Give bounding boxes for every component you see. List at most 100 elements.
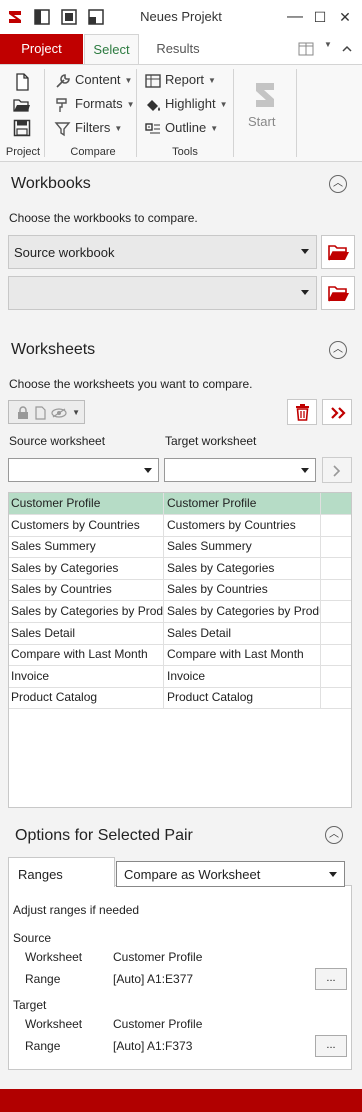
compare-mode-select[interactable]: Compare as Worksheet (116, 861, 345, 887)
highlight-button[interactable]: Highlight ▼ (144, 93, 228, 115)
table-row[interactable]: Invoice Invoice (9, 665, 351, 688)
target-workbook-select[interactable] (8, 276, 317, 310)
source-sheet-cell: Sales Summery (9, 536, 164, 558)
app-window: Neues Projekt — ☐ ✕ Project Select Resul… (0, 0, 362, 1112)
ribbon-tabs: Project Select Results ▼ (0, 34, 362, 65)
start-button[interactable]: Start (248, 114, 275, 129)
start-icon[interactable] (250, 79, 280, 111)
chevron-down-icon: ▼ (126, 99, 135, 109)
report-button[interactable]: Report ▼ (144, 69, 216, 91)
target-range-browse-button[interactable]: ... (315, 1035, 347, 1057)
target-worksheet-label: Target worksheet (165, 434, 257, 448)
worksheets-collapse-button[interactable]: ︿ (329, 341, 347, 359)
ranges-hint: Adjust ranges if needed (13, 903, 140, 917)
match-all-button[interactable] (322, 399, 352, 425)
collapse-ribbon-icon[interactable] (341, 43, 353, 55)
chevron-down-icon: ▼ (210, 123, 219, 133)
close-button[interactable]: ✕ (333, 6, 357, 28)
chevron-down-icon: ▼ (72, 408, 80, 417)
delete-pair-button[interactable] (287, 399, 317, 425)
minimize-button[interactable]: — (283, 6, 307, 28)
worksheets-hint: Choose the worksheets you want to compar… (9, 377, 253, 391)
table-row[interactable]: Customers by Countries Customers by Count… (9, 514, 351, 537)
report-label: Report (165, 72, 205, 87)
formats-label: Formats (75, 96, 123, 111)
outline-button[interactable]: Outline ▼ (144, 117, 218, 139)
add-pair-button[interactable] (322, 457, 352, 483)
table-row[interactable]: Sales by Categories Sales by Categories (9, 557, 351, 580)
target-sheet-cell: Sales Detail (165, 622, 321, 644)
filter-icon (54, 121, 71, 136)
target-sheet-cell: Invoice (165, 665, 321, 687)
target-worksheet-select[interactable] (164, 458, 316, 482)
chevron-down-icon (329, 872, 337, 877)
tab-project[interactable]: Project (0, 34, 83, 64)
workbooks-hint: Choose the workbooks to compare. (9, 211, 198, 225)
chevron-down-icon: ▼ (114, 123, 123, 133)
ribbon-layout-icon[interactable] (298, 42, 314, 56)
table-row[interactable]: Sales Detail Sales Detail (9, 622, 351, 645)
target-sheet-cell: Customers by Countries (165, 514, 321, 536)
content-button[interactable]: Content ▼ (54, 69, 132, 91)
wrench-icon (56, 73, 70, 88)
worksheet-pairs-grid[interactable]: Customer Profile Customer Profile Customer… (8, 492, 352, 808)
target-sheet-cell: Sales Summery (165, 536, 321, 558)
save-project-icon[interactable] (13, 119, 31, 137)
filters-label: Filters (75, 120, 111, 135)
target-worksheet-field-value: Customer Profile (113, 1017, 203, 1031)
tab-results[interactable]: Results (146, 34, 210, 64)
open-target-workbook-button[interactable] (321, 276, 355, 310)
hidden-eye-icon (51, 408, 67, 418)
source-worksheet-select[interactable] (8, 458, 159, 482)
source-sheet-cell: Sales by Categories (9, 557, 164, 579)
double-chevron-right-icon (331, 407, 346, 419)
formats-button[interactable]: Formats ▼ (54, 93, 135, 115)
tab-select[interactable]: Select (84, 34, 139, 65)
ribbon-separator (296, 69, 297, 157)
target-sheet-cell: Compare with Last Month (165, 644, 321, 666)
ribbon-separator (44, 69, 45, 157)
title-bar: Neues Projekt — ☐ ✕ (0, 0, 362, 34)
outline-label: Outline (165, 120, 207, 135)
new-project-icon[interactable] (13, 73, 31, 91)
workbooks-collapse-button[interactable]: ︿ (329, 175, 347, 193)
source-range-value: [Auto] A1:E377 (113, 972, 194, 986)
open-source-workbook-button[interactable] (321, 235, 355, 269)
tab-ranges[interactable]: Ranges (8, 857, 115, 887)
chevron-down-icon (301, 468, 309, 473)
target-worksheet-field-label: Worksheet (25, 1017, 83, 1031)
filters-button[interactable]: Filters ▼ (54, 117, 122, 139)
source-range-label: Range (25, 972, 61, 986)
ranges-tab-label: Ranges (18, 867, 63, 882)
source-range-browse-button[interactable]: ... (315, 968, 347, 990)
source-workbook-select[interactable]: Source workbook (8, 235, 317, 269)
ribbon-options-chevron-icon[interactable]: ▼ (324, 40, 332, 49)
options-collapse-button[interactable]: ︿ (325, 826, 343, 844)
folder-open-icon (328, 286, 349, 302)
source-sheet-cell: Invoice (9, 665, 164, 687)
report-icon (145, 73, 161, 88)
table-row[interactable]: Sales by Categories by ProductsSales by … (9, 601, 351, 623)
chevron-right-icon (333, 465, 341, 477)
target-sheet-cell: Customer Profile (165, 493, 321, 514)
source-worksheet-field-label: Worksheet (25, 950, 83, 964)
target-range-value: [Auto] A1:F373 (113, 1039, 193, 1053)
open-project-icon[interactable] (13, 96, 31, 114)
ribbon-separator (136, 69, 137, 157)
ribbon-separator (233, 69, 234, 157)
table-row[interactable]: Sales Summery Sales Summery (9, 536, 351, 559)
document-icon (35, 406, 46, 420)
lock-options-dropdown[interactable]: ▼ (8, 400, 85, 424)
source-worksheet-label: Source worksheet (9, 434, 106, 448)
maximize-button[interactable]: ☐ (308, 6, 332, 28)
target-sheet-cell: Product Catalog (165, 687, 321, 709)
chevron-down-icon: ▼ (124, 75, 133, 85)
lock-icon (18, 406, 28, 419)
table-row[interactable]: Customer Profile Customer Profile (9, 493, 351, 515)
table-row[interactable]: Product Catalog Product Catalog (9, 687, 351, 710)
content-label: Content (75, 72, 121, 87)
target-sheet-cell: Sales by Countries (165, 579, 321, 601)
table-row[interactable]: Sales by Countries Sales by Countries (9, 579, 351, 602)
table-row[interactable]: Compare with Last Month Compare with Last… (9, 644, 351, 667)
target-sheet-cell: Sales by Categories (165, 557, 321, 579)
